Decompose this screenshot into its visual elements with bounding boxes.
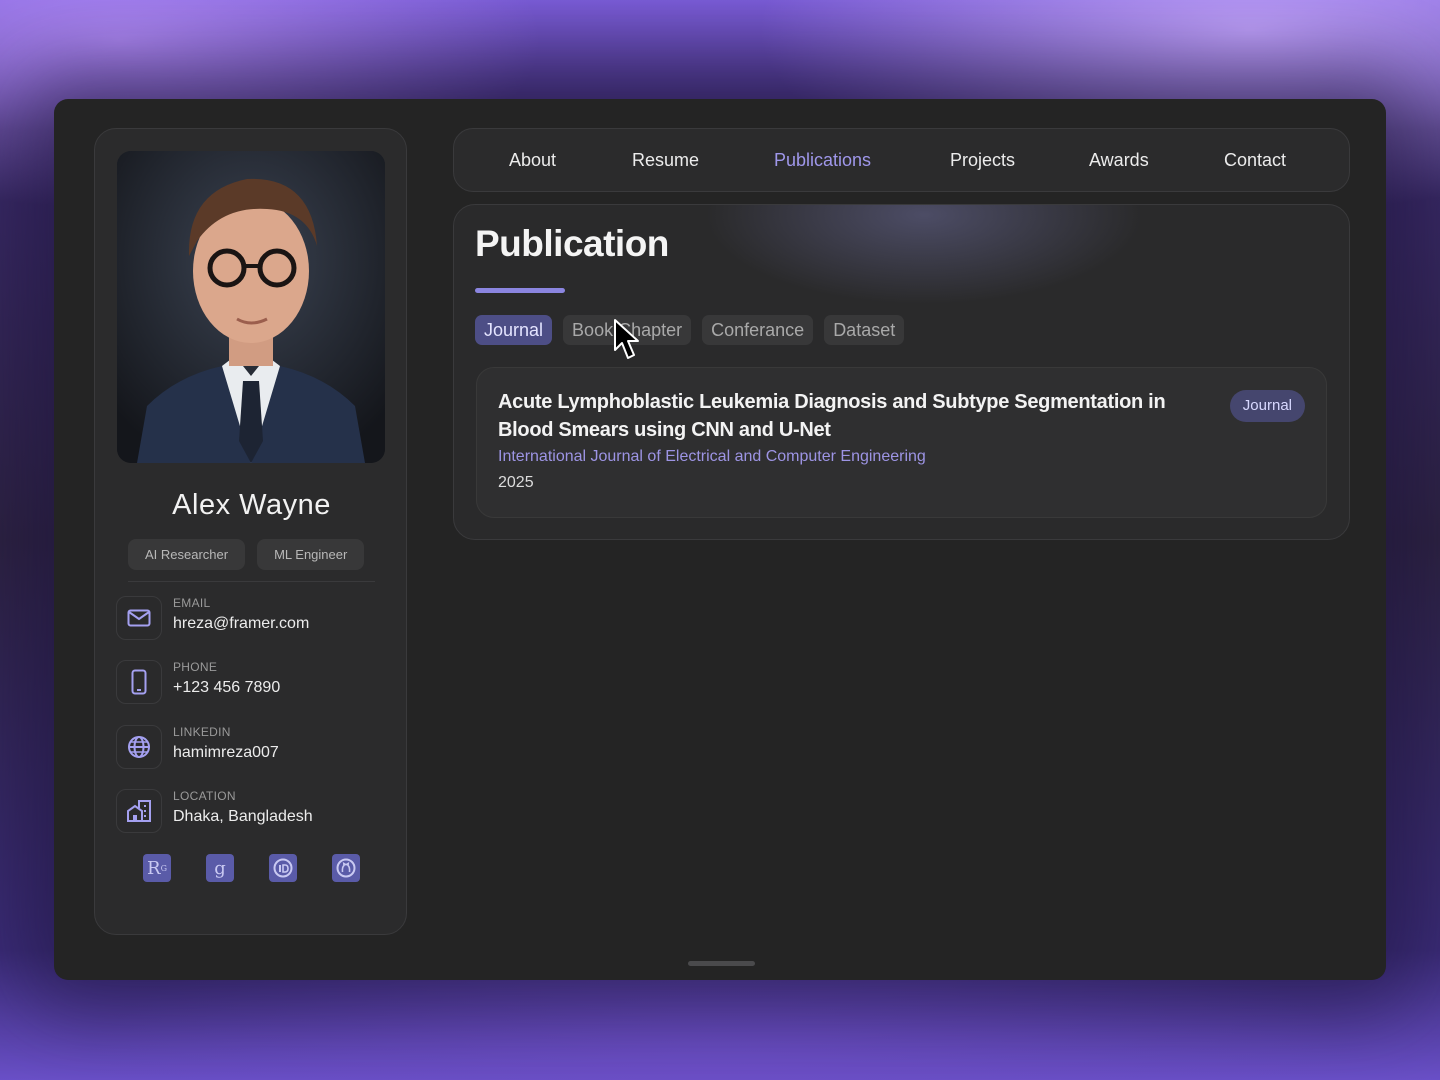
github-icon[interactable]: [332, 854, 360, 882]
publication-section: Publication Journal Book Chapter Confera…: [453, 204, 1350, 540]
profile-sidebar: Alex Wayne AI Researcher ML Engineer EMA…: [94, 128, 407, 935]
mail-icon: [116, 596, 162, 640]
orcid-icon[interactable]: [269, 854, 297, 882]
contact-phone: PHONE +123 456 7890: [116, 660, 376, 706]
nav-item-resume[interactable]: Resume: [632, 129, 699, 191]
filter-journal[interactable]: Journal: [475, 315, 553, 345]
contact-location: LOCATION Dhaka, Bangladesh: [116, 789, 376, 835]
nav-item-about[interactable]: About: [509, 129, 556, 191]
top-nav: About Resume Publications Projects Award…: [453, 128, 1350, 192]
profile-photo: [117, 151, 385, 463]
page-title: Publication: [475, 223, 669, 264]
researchgate-icon[interactable]: RG: [143, 854, 171, 882]
contact-linkedin: LINKEDIN hamimreza007: [116, 725, 376, 771]
phone-value[interactable]: +123 456 7890: [173, 679, 280, 697]
drag-handle[interactable]: [688, 961, 755, 966]
nav-item-projects[interactable]: Projects: [950, 129, 1015, 191]
portfolio-window: Alex Wayne AI Researcher ML Engineer EMA…: [54, 99, 1386, 980]
building-icon: [116, 789, 162, 833]
publication-venue: International Journal of Electrical and …: [498, 448, 926, 465]
role-tag: ML Engineer: [257, 539, 365, 570]
google-scholar-icon[interactable]: g: [206, 854, 234, 882]
role-tag: AI Researcher: [128, 539, 246, 570]
location-value: Dhaka, Bangladesh: [173, 808, 313, 825]
publication-card[interactable]: Acute Lymphoblastic Leukemia Diagnosis a…: [476, 367, 1327, 518]
globe-icon: [116, 725, 162, 769]
phone-icon: [116, 660, 162, 704]
contact-label: EMAIL: [173, 596, 211, 610]
publication-filters: Journal Book Chapter Conferance Dataset: [475, 315, 905, 345]
mouse-cursor-icon: [614, 319, 639, 359]
contact-label: LOCATION: [173, 789, 236, 803]
social-links: RG g: [143, 854, 360, 882]
contact-email: EMAIL hreza@framer.com: [116, 596, 376, 642]
filter-conference[interactable]: Conferance: [702, 315, 814, 345]
contact-label: PHONE: [173, 660, 218, 674]
filter-dataset[interactable]: Dataset: [824, 315, 905, 345]
linkedin-value[interactable]: hamimreza007: [173, 744, 279, 762]
profile-name: Alex Wayne: [172, 489, 331, 521]
publication-title[interactable]: Acute Lymphoblastic Leukemia Diagnosis a…: [498, 388, 1198, 444]
contact-label: LINKEDIN: [173, 725, 231, 739]
nav-item-contact[interactable]: Contact: [1224, 129, 1286, 191]
publication-type-badge: Journal: [1229, 390, 1305, 422]
title-underline: [475, 288, 565, 293]
nav-item-awards[interactable]: Awards: [1089, 129, 1149, 191]
divider: [128, 581, 375, 582]
role-tags: AI Researcher ML Engineer: [128, 539, 365, 570]
nav-item-publications[interactable]: Publications: [774, 129, 871, 191]
email-value[interactable]: hreza@framer.com: [173, 615, 309, 633]
header-glow: [704, 205, 1144, 305]
publication-year: 2025: [498, 474, 534, 491]
